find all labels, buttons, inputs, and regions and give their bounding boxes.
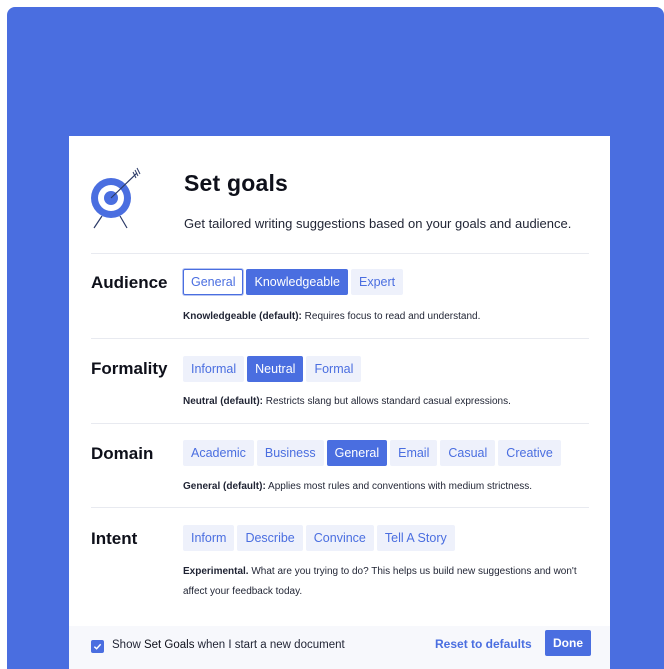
domain-options: Academic Business General Email Casual Creati…	[183, 440, 561, 466]
dialog-footer: Show Set Goals when I start a new docume…	[69, 626, 610, 669]
audience-desc-bold: Knowledgeable (default):	[183, 311, 302, 322]
done-button[interactable]: Done	[545, 630, 591, 656]
domain-section: Domain Academic Business General Email Casua…	[91, 423, 589, 508]
set-goals-dialog: Set goals Get tailored writing suggestio…	[69, 136, 610, 669]
intent-option-convince[interactable]: Convince	[305, 525, 374, 551]
domain-option-creative[interactable]: Creative	[498, 440, 561, 466]
formality-desc-bold: Neutral (default):	[183, 396, 263, 407]
audience-section: Audience General Knowledgeable Expert Know…	[91, 253, 589, 338]
domain-option-general[interactable]: General	[326, 440, 388, 466]
audience-desc-text: Requires focus to read and understand.	[301, 311, 481, 322]
formality-option-formal[interactable]: Formal	[306, 356, 362, 382]
formality-option-informal[interactable]: Informal	[183, 356, 245, 382]
domain-option-email[interactable]: Email	[390, 440, 438, 466]
section-label-domain: Domain	[91, 444, 154, 463]
target-arrow-icon	[91, 167, 141, 229]
domain-desc-text: Applies most rules and conventions with …	[265, 481, 533, 492]
formality-description: Neutral (default): Restricts slang but a…	[183, 392, 583, 412]
audience-option-knowledgeable[interactable]: Knowledgeable	[246, 269, 348, 295]
footer-text-bold: Set Goals	[143, 639, 195, 651]
domain-description: General (default): Applies most rules an…	[183, 477, 583, 497]
show-set-goals-checkbox[interactable]	[91, 640, 104, 653]
domain-option-casual[interactable]: Casual	[440, 440, 496, 466]
section-label-audience: Audience	[91, 273, 168, 292]
intent-description: Experimental. What are you trying to do?…	[183, 562, 583, 602]
formality-desc-text: Restricts slang but allows standard casu…	[263, 396, 511, 407]
section-label-intent: Intent	[91, 529, 138, 548]
intent-section: Intent Inform Describe Convince Tell A Stor…	[91, 507, 589, 622]
audience-option-general[interactable]: General	[183, 269, 244, 295]
footer-text-after: when I start a new document	[194, 639, 345, 651]
section-label-formality: Formality	[91, 359, 168, 378]
audience-options: General Knowledgeable Expert	[183, 269, 404, 295]
formality-option-neutral[interactable]: Neutral	[247, 356, 304, 382]
reset-to-defaults-button[interactable]: Reset to defaults	[435, 637, 532, 651]
domain-option-business[interactable]: Business	[256, 440, 324, 466]
domain-option-academic[interactable]: Academic	[183, 440, 254, 466]
intent-options: Inform Describe Convince Tell A Story	[183, 525, 455, 551]
checkmark-icon	[93, 643, 102, 650]
footer-text-before: Show	[112, 639, 144, 651]
intent-option-inform[interactable]: Inform	[183, 525, 235, 551]
intent-option-tell-a-story[interactable]: Tell A Story	[376, 525, 455, 551]
intent-desc-bold: Experimental.	[183, 566, 249, 577]
domain-desc-bold: General (default):	[183, 481, 266, 492]
intent-option-describe[interactable]: Describe	[237, 525, 303, 551]
dialog-subtitle: Get tailored writing suggestions based o…	[184, 216, 572, 231]
formality-section: Formality Informal Neutral Formal Neutral …	[91, 338, 589, 423]
audience-option-expert[interactable]: Expert	[350, 269, 404, 295]
audience-description: Knowledgeable (default): Requires focus …	[183, 307, 583, 327]
dialog-title: Set goals	[184, 170, 289, 196]
dialog-header: Set goals Get tailored writing suggestio…	[69, 136, 610, 254]
show-set-goals-label[interactable]: Show Set Goals when I start a new docume…	[112, 639, 345, 651]
formality-options: Informal Neutral Formal	[183, 356, 362, 382]
